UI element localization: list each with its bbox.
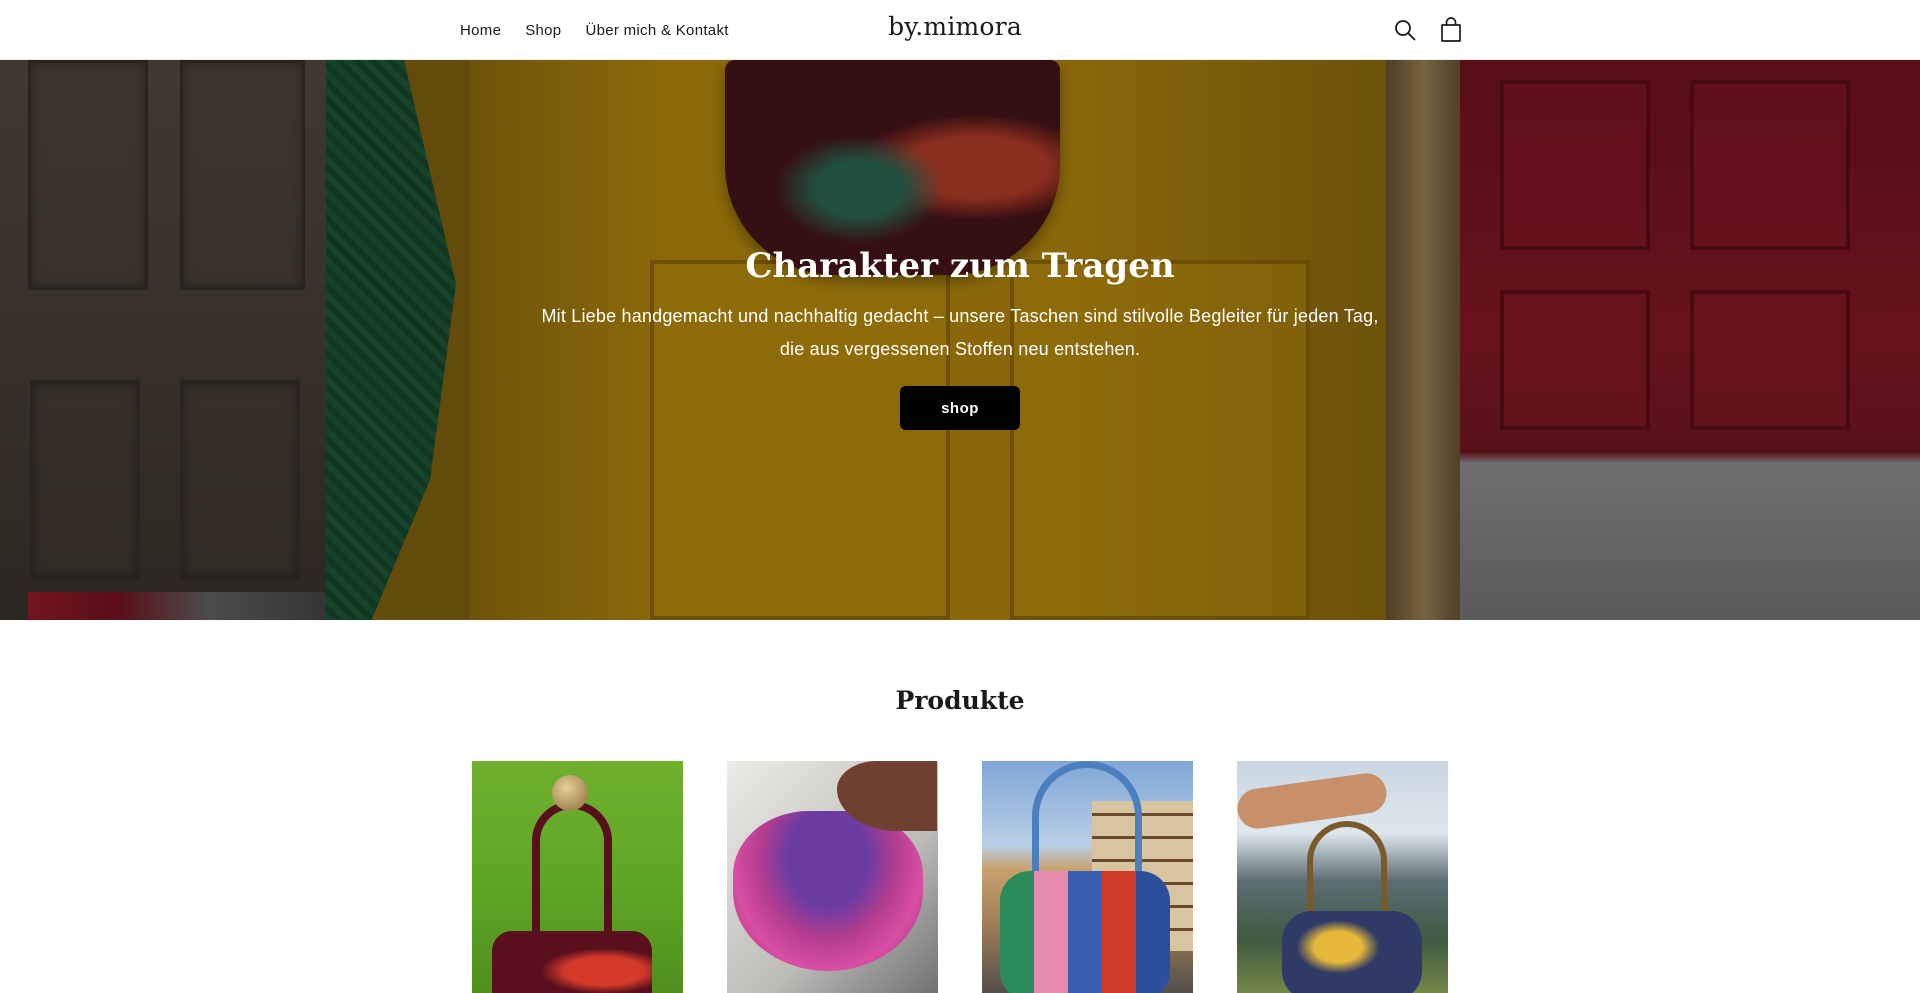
header-icons [1392, 16, 1464, 44]
product-image-bag [492, 931, 652, 993]
main-nav: Home Shop Über mich & Kontakt [460, 0, 729, 60]
product-grid [472, 761, 1448, 993]
product-card-2[interactable] [727, 761, 938, 993]
product-image-bag [1000, 871, 1170, 993]
nav-about-contact[interactable]: Über mich & Kontakt [585, 22, 728, 39]
product-image-door-knob [552, 775, 588, 811]
search-icon[interactable] [1392, 16, 1418, 44]
product-card-3[interactable] [982, 761, 1193, 993]
product-card-1[interactable] [472, 761, 683, 993]
hero-subtitle: Mit Liebe handgemacht und nachhaltig ged… [541, 306, 1379, 359]
product-image-arm [1237, 770, 1390, 832]
product-card-4[interactable] [1237, 761, 1448, 993]
hero-content: Charakter zum Tragen Mit Liebe handgemac… [0, 60, 1920, 620]
logo-container: by.mimora [0, 12, 1910, 41]
product-image-bag-handle [1307, 821, 1387, 921]
products-heading: Produkte [895, 686, 1025, 715]
nav-shop[interactable]: Shop [525, 22, 561, 39]
shopping-bag-icon[interactable] [1438, 16, 1464, 44]
site-header: Home Shop Über mich & Kontakt by.mimora [0, 0, 1920, 60]
hero-title: Charakter zum Tragen [745, 246, 1175, 286]
hero-banner: Charakter zum Tragen Mit Liebe handgemac… [0, 60, 1920, 620]
site-logo[interactable]: by.mimora [888, 12, 1022, 41]
product-image-bag [1282, 911, 1422, 993]
nav-home[interactable]: Home [460, 22, 501, 39]
product-image-bag [733, 811, 923, 971]
shop-button[interactable]: shop [900, 386, 1020, 430]
